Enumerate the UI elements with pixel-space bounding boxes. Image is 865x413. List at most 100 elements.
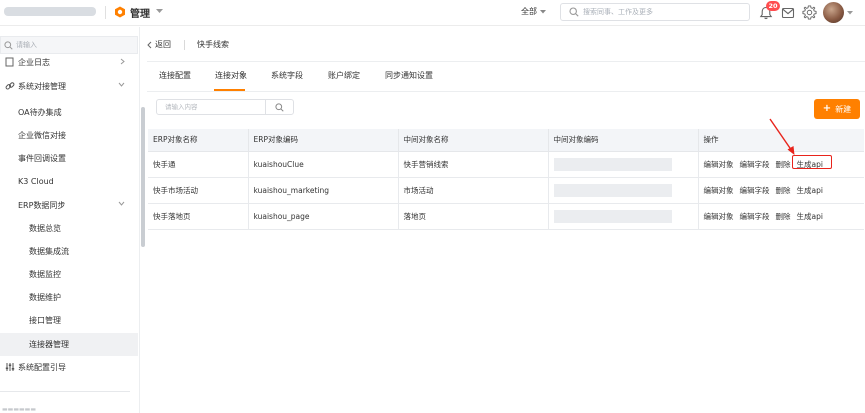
divider xyxy=(0,391,130,392)
sidebar-item-connector-management[interactable]: 连接器管理 xyxy=(0,333,138,356)
mid-object-name: 市场活动 xyxy=(398,177,549,204)
edit-fields-link[interactable]: 编辑字段 xyxy=(740,186,770,195)
divider xyxy=(147,61,865,62)
sidebar-item-data-overview[interactable]: 数据总览 xyxy=(0,223,138,237)
sidebar-item-event-callback[interactable]: 事件回调设置 xyxy=(0,153,138,167)
masked-value xyxy=(553,157,672,171)
sidebar-item-label: 数据集成流 xyxy=(29,247,69,256)
tab-account-binding[interactable]: 账户绑定 xyxy=(328,70,360,81)
tab-connection-config[interactable]: 连接配置 xyxy=(159,70,191,81)
masked-value xyxy=(553,183,672,197)
page-title: 快手线索 xyxy=(197,40,229,49)
new-button[interactable]: + 新建 xyxy=(814,99,860,119)
table-header-row: ERP对象名称 ERP对象编码 中间对象名称 中间对象编码 操作 xyxy=(148,129,864,152)
sidebar-item-system-config-guide[interactable]: 系统配置引导 xyxy=(0,362,138,376)
message-icon[interactable] xyxy=(781,6,795,20)
back-button[interactable]: 返回 xyxy=(147,39,171,50)
delete-link[interactable]: 删除 xyxy=(776,212,791,221)
breadcrumb: 返回 快手线索 xyxy=(147,39,229,50)
chevron-down-icon xyxy=(118,201,125,206)
erp-object-code: kuaishou_page xyxy=(248,203,399,230)
sidebar-item-wecom[interactable]: 企业微信对接 xyxy=(0,130,138,144)
edit-object-link[interactable]: 编辑对象 xyxy=(704,212,734,221)
edit-fields-link[interactable]: 编辑字段 xyxy=(740,160,770,169)
chevron-down-icon[interactable] xyxy=(847,11,853,15)
sidebar-search-input[interactable] xyxy=(16,40,126,50)
erp-object-code: kuaishou_marketing xyxy=(248,177,399,204)
object-search-input[interactable] xyxy=(165,102,261,112)
sidebar-search[interactable] xyxy=(0,36,138,54)
tab-connection-objects[interactable]: 连接对象 xyxy=(215,70,247,81)
company-logo[interactable] xyxy=(4,7,96,16)
tab-sync-notification[interactable]: 同步通知设置 xyxy=(385,70,433,81)
sidebar-item-label: ERP数据同步 xyxy=(18,201,66,210)
mid-object-name: 快手营销线索 xyxy=(398,151,549,178)
sidebar-item-data-flow[interactable]: 数据集成流 xyxy=(0,246,138,260)
gear-icon[interactable] xyxy=(802,5,817,20)
sidebar-item-oa-todo[interactable]: OA待办集成 xyxy=(0,107,138,121)
document-icon xyxy=(5,57,14,67)
sidebar-item-label: 数据维护 xyxy=(29,293,61,302)
search-scope-select[interactable]: 全部 xyxy=(521,6,546,17)
sidebar: 企业日志 系统对接管理 OA待办集成 企业微信对接 事件回调设置 K3 Clou… xyxy=(0,27,140,413)
generate-api-link[interactable]: 生成api xyxy=(797,212,823,221)
delete-link[interactable]: 删除 xyxy=(776,160,791,169)
column-header: 中间对象编码 xyxy=(548,129,699,152)
masked-value xyxy=(553,209,672,223)
generate-api-link[interactable]: 生成api xyxy=(797,186,823,195)
plus-icon: + xyxy=(822,103,832,114)
search-icon[interactable] xyxy=(275,103,284,112)
mid-object-name: 落地页 xyxy=(398,203,549,230)
sidebar-item-api-management[interactable]: 接口管理 xyxy=(0,315,138,329)
sidebar-item-enterprise-log[interactable]: 企业日志 xyxy=(0,57,138,71)
main-content: 返回 快手线索 连接配置 连接对象 系统字段 账户绑定 同步通知设置 + 新建 … xyxy=(147,27,865,413)
chevron-down-icon[interactable] xyxy=(156,9,163,14)
avatar[interactable] xyxy=(823,2,844,23)
sidebar-item-system-integration[interactable]: 系统对接管理 xyxy=(0,81,138,95)
search-icon xyxy=(569,7,579,17)
edit-object-link[interactable]: 编辑对象 xyxy=(704,186,734,195)
sidebar-item-label: 数据监控 xyxy=(29,270,61,279)
sidebar-item-label: 事件回调设置 xyxy=(18,154,66,163)
sidebar-item-k3-cloud[interactable]: K3 Cloud xyxy=(0,177,138,191)
sidebar-item-data-monitor[interactable]: 数据监控 xyxy=(0,269,138,283)
global-search[interactable] xyxy=(560,3,750,21)
chevron-right-icon xyxy=(120,58,125,65)
chevron-down-icon xyxy=(540,9,546,13)
column-header: 中间对象名称 xyxy=(398,129,549,152)
table-row: 快手落地页 kuaishou_page 落地页 编辑对象 编辑字段 删除 生成api xyxy=(148,203,864,230)
divider xyxy=(265,100,266,114)
sidebar-item-erp-sync[interactable]: ERP数据同步 xyxy=(0,200,138,214)
global-search-input[interactable] xyxy=(583,6,743,18)
erp-object-name: 快手落地页 xyxy=(148,203,249,230)
column-header: ERP对象编码 xyxy=(248,129,399,152)
row-actions: 编辑对象 编辑字段 删除 生成api xyxy=(698,177,864,204)
objects-table: ERP对象名称 ERP对象编码 中间对象名称 中间对象编码 操作 快手通 kua… xyxy=(148,129,864,230)
row-actions: 编辑对象 编辑字段 删除 生成api xyxy=(698,203,864,230)
tab-system-fields[interactable]: 系统字段 xyxy=(271,70,303,81)
table-row: 快手市场活动 kuaishou_marketing 市场活动 编辑对象 编辑字段删… xyxy=(148,177,864,204)
erp-object-code: kuaishouClue xyxy=(248,151,399,178)
mid-object-code xyxy=(548,151,699,178)
object-search[interactable] xyxy=(156,99,294,115)
edit-object-link[interactable]: 编辑对象 xyxy=(704,160,734,169)
sidebar-item-label: 数据总览 xyxy=(29,224,61,233)
edit-fields-link[interactable]: 编辑字段 xyxy=(740,212,770,221)
sidebar-scrollbar[interactable] xyxy=(141,107,145,247)
notification-badge: 20 xyxy=(766,1,780,11)
sidebar-item-label: 系统对接管理 xyxy=(18,82,66,91)
sliders-icon xyxy=(5,363,15,371)
sidebar-item-data-maintenance[interactable]: 数据维护 xyxy=(0,292,138,306)
active-tab-indicator xyxy=(214,89,245,91)
sidebar-footer-blurred: ▬▬▬▬▬▬ xyxy=(2,406,37,413)
delete-link[interactable]: 删除 xyxy=(776,186,791,195)
sidebar-item-label: 接口管理 xyxy=(29,316,61,325)
divider xyxy=(105,6,106,19)
app-title[interactable]: 管理 xyxy=(130,5,150,20)
annotation-arrow-icon xyxy=(769,118,795,155)
table-row: 快手通 kuaishouClue 快手营销线索 编辑对象 编辑字段 删除 生成api xyxy=(148,151,864,178)
erp-object-name: 快手通 xyxy=(148,151,249,178)
mid-object-code xyxy=(548,203,699,230)
search-scope-label: 全部 xyxy=(521,7,537,16)
column-header: ERP对象名称 xyxy=(148,129,249,152)
